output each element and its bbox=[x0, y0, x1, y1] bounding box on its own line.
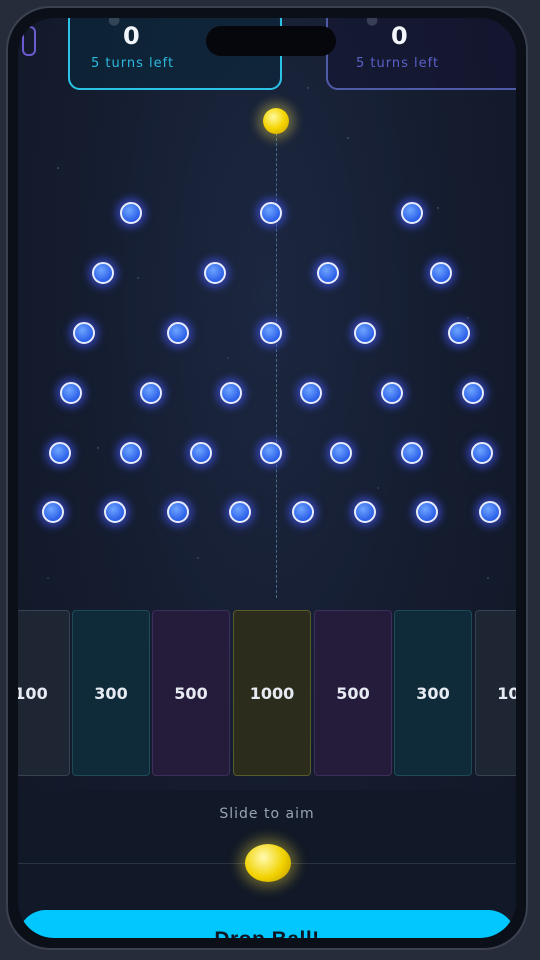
peg bbox=[381, 382, 403, 404]
aim-slider-ball[interactable] bbox=[245, 844, 291, 882]
peg bbox=[220, 382, 242, 404]
peg bbox=[330, 442, 352, 464]
slot-value: 1000 bbox=[249, 683, 295, 703]
slot-value: 300 bbox=[94, 683, 128, 703]
peg bbox=[120, 202, 142, 224]
peg bbox=[229, 501, 251, 523]
peg bbox=[260, 322, 282, 344]
peg bbox=[167, 322, 189, 344]
peg bbox=[190, 442, 212, 464]
computer-turns-left: 5 turns left bbox=[356, 56, 440, 71]
peg bbox=[120, 442, 142, 464]
peg bbox=[260, 442, 282, 464]
peg bbox=[471, 442, 493, 464]
peg bbox=[354, 322, 376, 344]
slot-1000: 1000 bbox=[233, 610, 311, 776]
peg bbox=[73, 322, 95, 344]
slot-value: 300 bbox=[416, 683, 450, 703]
slot-value: 500 bbox=[174, 683, 208, 703]
player-turns-left: 5 turns left bbox=[91, 56, 175, 71]
peg bbox=[401, 202, 423, 224]
slot-value: 100 bbox=[18, 683, 48, 703]
peg bbox=[462, 382, 484, 404]
computer-icon: ● bbox=[366, 18, 379, 28]
slot-value: 500 bbox=[336, 683, 370, 703]
drop-ball-button[interactable]: Drop Ball! bbox=[18, 910, 516, 938]
slot-100-left: 100 bbox=[18, 610, 70, 776]
peg bbox=[430, 262, 452, 284]
computer-score-card: ● 0 5 turns left bbox=[326, 18, 516, 90]
aim-line bbox=[276, 118, 277, 598]
menu-icon[interactable] bbox=[22, 26, 36, 56]
peg bbox=[448, 322, 470, 344]
peg bbox=[401, 442, 423, 464]
launch-ball bbox=[263, 108, 289, 134]
aim-hint: Slide to aim bbox=[219, 806, 315, 822]
computer-score: 0 bbox=[391, 22, 408, 50]
peg bbox=[300, 382, 322, 404]
peg bbox=[140, 382, 162, 404]
player-icon: ● bbox=[108, 18, 121, 28]
device-frame: ● 0 5 turns left ● 0 5 turns left 100 30… bbox=[0, 0, 540, 960]
slot-300-left: 300 bbox=[72, 610, 150, 776]
peg bbox=[60, 382, 82, 404]
camera-notch bbox=[206, 26, 336, 56]
slot-100-right: 100 bbox=[475, 610, 516, 776]
phone-body: ● 0 5 turns left ● 0 5 turns left 100 30… bbox=[6, 6, 528, 950]
peg bbox=[92, 262, 114, 284]
peg bbox=[292, 501, 314, 523]
peg bbox=[416, 501, 438, 523]
peg bbox=[167, 501, 189, 523]
slot-500-right: 500 bbox=[314, 610, 392, 776]
game-screen: ● 0 5 turns left ● 0 5 turns left 100 30… bbox=[18, 18, 516, 938]
slot-value: 100 bbox=[497, 683, 516, 703]
peg bbox=[49, 442, 71, 464]
peg bbox=[42, 501, 64, 523]
slot-300-right: 300 bbox=[394, 610, 472, 776]
slot-500-left: 500 bbox=[152, 610, 230, 776]
peg bbox=[317, 262, 339, 284]
peg bbox=[204, 262, 226, 284]
peg bbox=[354, 501, 376, 523]
peg bbox=[260, 202, 282, 224]
peg bbox=[104, 501, 126, 523]
peg bbox=[479, 501, 501, 523]
